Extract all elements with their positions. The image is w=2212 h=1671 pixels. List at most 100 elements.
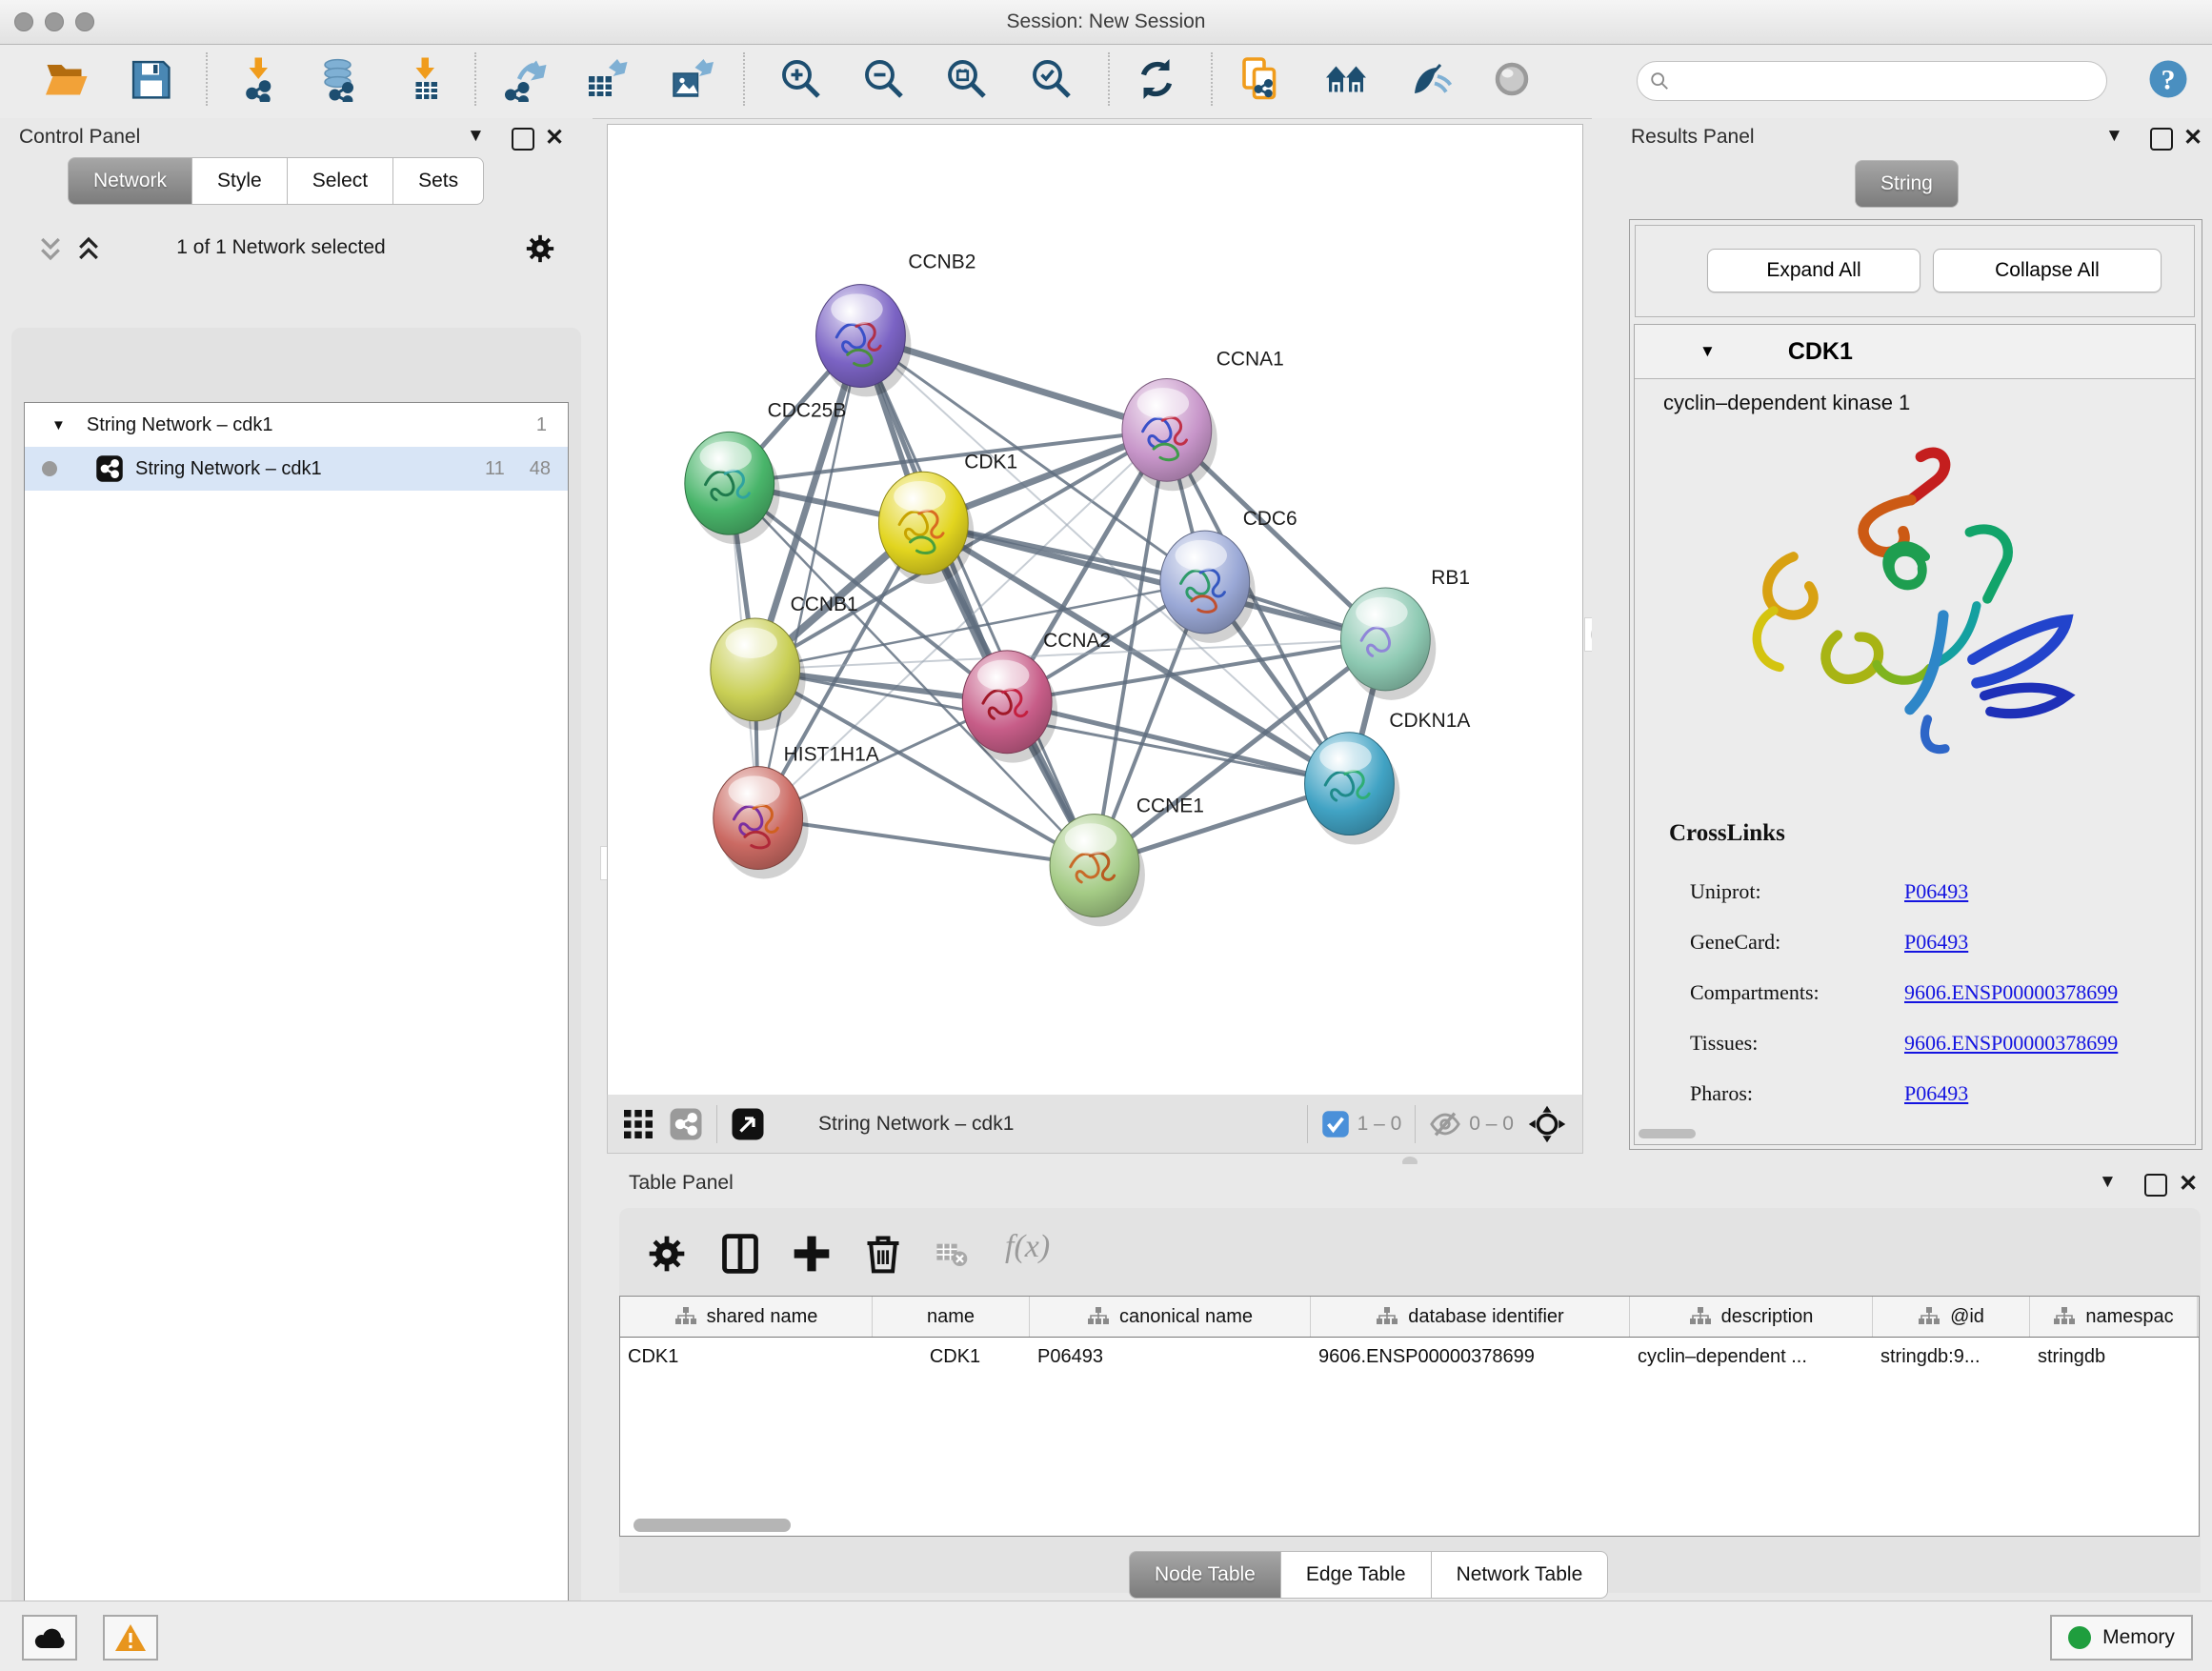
node-label: RB1 — [1431, 567, 1470, 589]
tab-style[interactable]: Style — [192, 157, 288, 205]
network-node[interactable]: RB1 — [1340, 567, 1470, 700]
control-panel-maximize-button[interactable] — [512, 128, 534, 151]
collapse-all-networks-icon[interactable] — [36, 234, 65, 263]
export-image-button[interactable] — [668, 56, 714, 102]
network-collection-row[interactable]: ▼ String Network – cdk1 1 — [25, 403, 568, 447]
search-input[interactable] — [1670, 70, 2074, 92]
delete-column-icon[interactable] — [862, 1233, 904, 1275]
table-panel-maximize-button[interactable] — [2144, 1174, 2167, 1197]
network-node[interactable]: CDC6 — [1160, 508, 1297, 643]
column-header[interactable]: database identifier — [1311, 1297, 1630, 1337]
cloud-status-button[interactable] — [22, 1615, 77, 1661]
results-panel-maximize-button[interactable] — [2150, 128, 2173, 151]
expand-all-button[interactable]: Expand All — [1707, 249, 1920, 292]
expand-all-networks-icon[interactable] — [74, 234, 103, 263]
node-table[interactable]: shared namenamecanonical namedatabase id… — [619, 1296, 2200, 1537]
results-panel-float-button[interactable]: ▼ — [2105, 126, 2123, 147]
hidden-eye-icon[interactable] — [1429, 1108, 1461, 1140]
table-cell[interactable]: stringdb — [2030, 1338, 2198, 1376]
crosslink-label: GeneCard: — [1690, 930, 1904, 955]
string-view-icon[interactable] — [669, 1107, 703, 1141]
enhanced-labels-button[interactable] — [1406, 56, 1452, 102]
tab-network[interactable]: Network — [68, 157, 192, 205]
function-builder-button[interactable]: f(x) — [1005, 1229, 1050, 1265]
birds-eye-grid-icon[interactable] — [621, 1107, 655, 1141]
collapse-all-button[interactable]: Collapse All — [1933, 249, 2162, 292]
import-table-button[interactable] — [403, 56, 449, 102]
column-header[interactable]: @id — [1873, 1297, 2030, 1337]
table-cell[interactable]: cyclin–dependent ... — [1630, 1338, 1873, 1376]
network-options-gear-icon[interactable] — [524, 232, 556, 265]
tree-expander-icon[interactable]: ▼ — [51, 417, 66, 433]
save-session-button[interactable] — [128, 56, 173, 102]
network-edge[interactable] — [758, 818, 1095, 866]
network-node[interactable]: CCNB1 — [711, 594, 858, 731]
network-edge[interactable] — [860, 336, 1095, 866]
network-canvas[interactable]: CCNB2CCNA1CDC25BCDK1CDC6RB1CCNB1CCNA2CDK… — [607, 124, 1583, 1096]
table-panel-close-button[interactable]: ✕ — [2179, 1170, 2198, 1198]
network-row[interactable]: String Network – cdk1 11 48 — [25, 447, 568, 491]
control-panel-close-button[interactable]: ✕ — [545, 124, 564, 151]
crosslink-value-link[interactable]: P06493 — [1904, 879, 1968, 904]
tab-string[interactable]: String — [1855, 160, 1959, 208]
crosslink-value-link[interactable]: P06493 — [1904, 1081, 1968, 1106]
table-gear-icon[interactable] — [646, 1233, 688, 1275]
show-columns-icon[interactable] — [719, 1233, 761, 1275]
open-session-button[interactable] — [43, 56, 89, 102]
refresh-button[interactable] — [1134, 56, 1179, 102]
zoom-in-button[interactable] — [778, 56, 824, 102]
crosslink-value-link[interactable]: 9606.ENSP00000378699 — [1904, 1031, 2118, 1056]
fit-crosshair-icon[interactable] — [1527, 1104, 1567, 1144]
help-button[interactable]: ? — [2145, 56, 2191, 102]
network-node[interactable]: HIST1H1A — [714, 744, 879, 879]
zoom-selected-button[interactable] — [1029, 56, 1075, 102]
export-network-button[interactable] — [502, 56, 548, 102]
clone-network-button[interactable] — [1238, 56, 1284, 102]
table-cell[interactable]: CDK1 — [620, 1338, 873, 1376]
column-header[interactable]: namespac — [2030, 1297, 2198, 1337]
export-table-button[interactable] — [583, 56, 629, 102]
open-in-browser-icon[interactable] — [731, 1107, 765, 1141]
results-panel-close-button[interactable]: ✕ — [2183, 124, 2202, 151]
table-cell[interactable]: stringdb:9... — [1873, 1338, 2030, 1376]
table-cell[interactable]: 9606.ENSP00000378699 — [1311, 1338, 1630, 1376]
node-gloss — [1356, 597, 1407, 628]
memory-button[interactable]: Memory — [2050, 1615, 2193, 1661]
delete-table-icon[interactable] — [935, 1240, 968, 1269]
section-expander-icon[interactable]: ▼ — [1699, 342, 1716, 361]
table-cell[interactable]: P06493 — [1030, 1338, 1311, 1376]
network-node[interactable]: CDK1 — [878, 451, 1017, 584]
warning-status-button[interactable] — [103, 1615, 158, 1661]
tab-network-table[interactable]: Network Table — [1432, 1551, 1609, 1599]
network-node[interactable]: CCNA1 — [1122, 349, 1284, 492]
table-cell[interactable]: CDK1 — [873, 1338, 1030, 1376]
control-panel-float-button[interactable]: ▼ — [467, 126, 485, 147]
tab-select[interactable]: Select — [288, 157, 393, 205]
column-header[interactable]: canonical name — [1030, 1297, 1311, 1337]
network-edge[interactable] — [923, 523, 1385, 639]
table-panel-float-button[interactable]: ▼ — [2099, 1172, 2117, 1193]
add-column-icon[interactable] — [791, 1233, 833, 1275]
table-row[interactable]: CDK1CDK1P064939606.ENSP00000378699cyclin… — [620, 1338, 2199, 1376]
show-glass-ball-button[interactable] — [1489, 56, 1535, 102]
string-home-button[interactable] — [1323, 56, 1369, 102]
results-hscrollbar[interactable] — [1639, 1129, 1696, 1138]
zoom-fit-button[interactable] — [944, 56, 990, 102]
selected-checkbox-icon[interactable] — [1321, 1110, 1350, 1138]
crosslink-value-link[interactable]: P06493 — [1904, 930, 1968, 955]
tab-edge-table[interactable]: Edge Table — [1281, 1551, 1432, 1599]
search-box[interactable] — [1637, 61, 2107, 101]
column-header[interactable]: shared name — [620, 1297, 873, 1337]
table-hscrollbar-thumb[interactable] — [633, 1519, 791, 1532]
column-header[interactable]: description — [1630, 1297, 1873, 1337]
column-header[interactable]: name — [873, 1297, 1030, 1337]
import-network-from-database-button[interactable] — [316, 56, 362, 102]
network-node[interactable]: CDKN1A — [1305, 710, 1471, 845]
zoom-out-button[interactable] — [861, 56, 907, 102]
tab-sets[interactable]: Sets — [393, 157, 484, 205]
import-network-button[interactable] — [236, 56, 282, 102]
tab-node-table[interactable]: Node Table — [1129, 1551, 1281, 1599]
gene-section-header[interactable]: ▼ CDK1 — [1635, 325, 2195, 379]
network-node[interactable]: CCNB2 — [816, 252, 976, 397]
crosslink-value-link[interactable]: 9606.ENSP00000378699 — [1904, 980, 2118, 1005]
